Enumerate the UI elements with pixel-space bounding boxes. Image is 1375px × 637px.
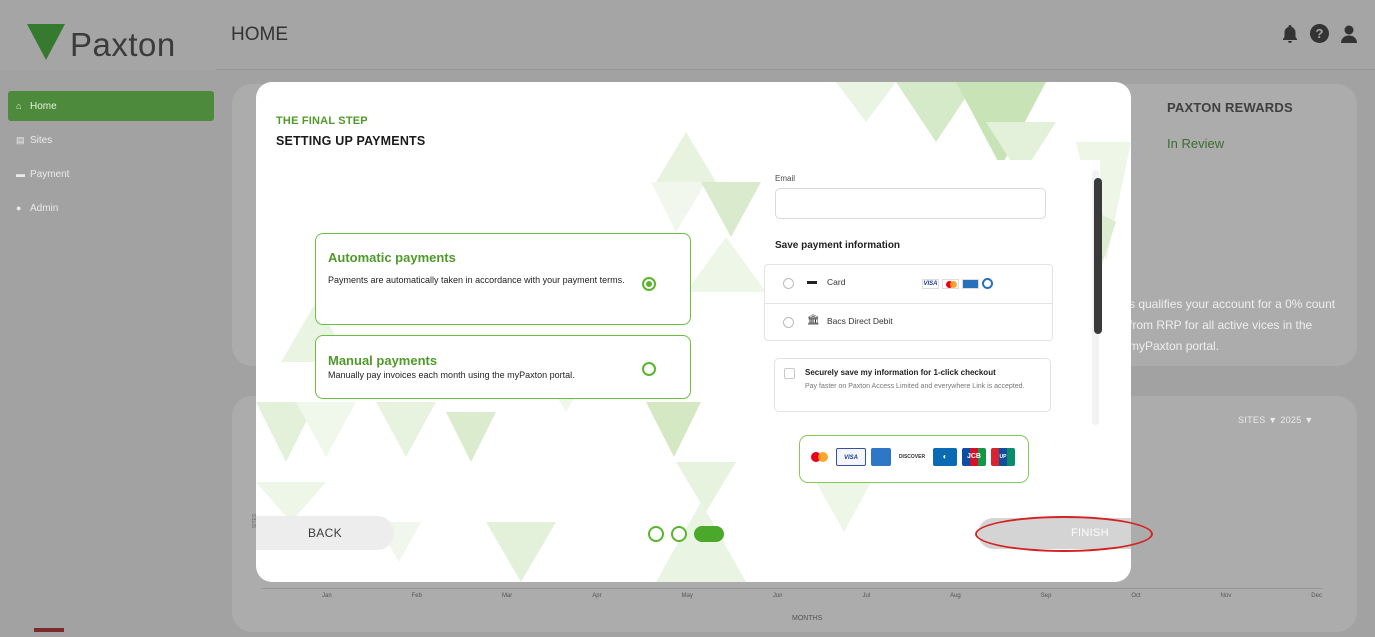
checkout-checkbox[interactable]: [784, 368, 795, 379]
automatic-payments-radio[interactable]: [642, 277, 656, 291]
method-radio[interactable]: [783, 278, 794, 289]
email-field[interactable]: [775, 188, 1046, 219]
user-icon: ●: [16, 203, 22, 213]
month-label: Feb: [411, 593, 422, 599]
unionpay-icon: UP: [991, 448, 1015, 466]
save-payment-title: Save payment information: [775, 240, 901, 251]
payment-details-panel: Email Save payment information ▬ Card VI…: [764, 160, 1100, 428]
sidebar-item-label: Home: [30, 101, 57, 112]
jcb-icon: JCB: [962, 448, 986, 466]
method-radio[interactable]: [783, 317, 794, 328]
rewards-text: s qualifies your account for a 0% count …: [1129, 297, 1336, 353]
method-card[interactable]: ▬ Card VISA: [765, 265, 1052, 302]
mastercard-icon: [942, 278, 959, 289]
progress-dot: [648, 526, 664, 542]
checkout-title: Securely save my information for 1-click…: [805, 368, 996, 377]
logo-text: Paxton: [70, 26, 176, 63]
sidebar-footer-mark: [34, 628, 64, 632]
method-label: Bacs Direct Debit: [827, 316, 893, 326]
one-click-checkout[interactable]: Securely save my information for 1-click…: [774, 358, 1051, 412]
checkout-description: Pay faster on Paxton Access Limited and …: [805, 383, 1025, 390]
user-icon[interactable]: [1339, 24, 1359, 44]
rewards-title: PAXTON REWARDS: [1167, 100, 1293, 115]
month-labels: Jan Feb Mar Apr May Jun Jul Aug Sep Oct Nov Dec: [322, 593, 1322, 599]
progress-dot: [671, 526, 687, 542]
scrollbar-thumb[interactable]: [1094, 178, 1102, 334]
month-label: Jun: [772, 593, 783, 599]
sidebar-item-sites[interactable]: ▤ Sites: [8, 125, 214, 155]
option-description: Manually pay invoices each month using t…: [328, 370, 575, 380]
sidebar-item-label: Admin: [30, 203, 59, 214]
rewards-status: In Review: [1167, 136, 1225, 151]
chart-axis: [262, 588, 1322, 589]
help-icon[interactable]: ?: [1310, 24, 1329, 43]
method-label: Card: [827, 277, 846, 287]
annotation-highlight: [975, 516, 1153, 552]
month-label: Jul: [862, 593, 871, 599]
sidebar-item-label: Payment: [30, 169, 70, 180]
amex-icon: [962, 278, 979, 289]
mastercard-icon: [809, 448, 831, 466]
sidebar-item-payment[interactable]: ▬ Payment: [8, 159, 214, 189]
page-title: HOME: [231, 24, 288, 45]
bell-icon[interactable]: [1280, 24, 1300, 44]
payment-methods: ▬ Card VISA 🏛 Bacs Direct Debit: [764, 264, 1053, 341]
x-axis-title: MONTHS: [792, 615, 823, 622]
top-icons: ?: [1280, 24, 1359, 44]
sidebar-item-home[interactable]: ⌂ Home: [8, 91, 214, 121]
month-label: May: [681, 593, 693, 599]
sidebar: ⌂ Home ▤ Sites ▬ Payment ● Admin: [0, 70, 216, 637]
home-icon: ⌂: [16, 101, 22, 111]
diners-icon: ◐: [933, 448, 957, 466]
sidebar-item-admin[interactable]: ● Admin: [8, 193, 214, 223]
back-button-label[interactable]: BACK: [308, 526, 342, 540]
building-icon: ▤: [16, 135, 25, 145]
step-label: THE FINAL STEP: [276, 115, 368, 127]
sidebar-item-label: Sites: [30, 135, 53, 146]
automatic-payments-option[interactable]: Automatic payments Payments are automati…: [315, 233, 691, 325]
email-label: Email: [775, 174, 796, 183]
month-label: Jan: [322, 593, 332, 599]
month-label: Nov: [1220, 593, 1232, 599]
option-title: Automatic payments: [328, 250, 456, 265]
amex-icon: [871, 448, 891, 466]
logo-triangle-icon: [27, 24, 65, 60]
month-label: Apr: [592, 593, 602, 599]
manual-payments-radio[interactable]: [642, 362, 656, 376]
payment-setup-modal: THE FINAL STEP SETTING UP PAYMENTS Autom…: [256, 82, 1131, 582]
month-label: Dec: [1311, 593, 1322, 599]
card-brand-icons: VISA: [922, 278, 993, 289]
month-label: Oct: [1131, 593, 1141, 599]
accepted-cards: VISA DISCOVER ◐ JCB UP: [799, 435, 1029, 483]
month-label: Sep: [1040, 593, 1052, 599]
option-title: Manual payments: [328, 353, 438, 368]
method-bacs[interactable]: 🏛 Bacs Direct Debit: [765, 303, 1052, 340]
diners-icon: [982, 278, 993, 289]
visa-icon: VISA: [922, 278, 939, 289]
card-icon: ▬: [807, 276, 817, 287]
chart-filters[interactable]: SITES ▼ 2025 ▼: [1238, 415, 1314, 425]
month-label: Aug: [950, 593, 961, 599]
discover-icon: DISCOVER: [896, 448, 928, 466]
progress-dots: [648, 526, 724, 542]
option-description: Payments are automatically taken in acco…: [328, 275, 625, 285]
month-label: Mar: [501, 593, 513, 599]
card-icon: ▬: [16, 169, 25, 179]
modal-title: SETTING UP PAYMENTS: [276, 134, 426, 148]
progress-dot-current: [694, 526, 724, 542]
visa-icon: VISA: [836, 448, 866, 466]
manual-payments-option[interactable]: Manual payments Manually pay invoices ea…: [315, 335, 691, 399]
bank-icon: 🏛: [807, 315, 820, 326]
